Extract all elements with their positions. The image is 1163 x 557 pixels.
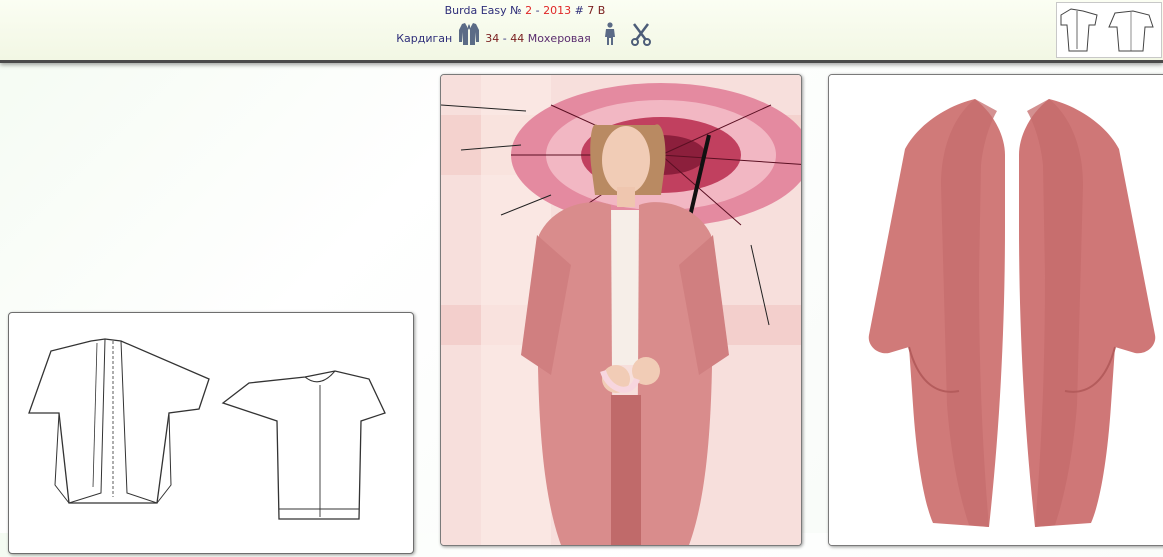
pattern-title-line: Burda Easy № 2 - 2013 # 7 B <box>0 4 1050 17</box>
pattern-details-line: Кардиган 34 - 44 Мохеровая <box>0 22 1050 56</box>
fabric-type[interactable]: Мохеровая <box>528 32 591 45</box>
model-number: 7 B <box>587 4 606 17</box>
header-bar: Burda Easy № 2 - 2013 # 7 B Кардиган 34 … <box>0 0 1163 63</box>
size-to[interactable]: 44 <box>510 32 524 45</box>
product-photo[interactable] <box>828 74 1163 546</box>
model-photo[interactable] <box>440 74 802 546</box>
cardigan-icon[interactable] <box>458 22 480 56</box>
woman-figure-icon[interactable] <box>602 22 618 56</box>
number-sign: № <box>510 4 522 17</box>
technical-drawing-thumbnail[interactable] <box>1056 2 1162 58</box>
size-dash: - <box>502 32 507 45</box>
magazine-name[interactable]: Burda Easy <box>445 4 507 17</box>
garment-type[interactable]: Кардиган <box>396 32 452 45</box>
issue-year[interactable]: 2013 <box>543 4 571 17</box>
size-from[interactable]: 34 <box>485 32 499 45</box>
hash-sign: # <box>574 4 584 17</box>
technical-drawing-panel[interactable] <box>8 312 414 554</box>
scissors-icon[interactable] <box>630 22 652 56</box>
issue-number[interactable]: 2 <box>525 4 532 17</box>
separator-dash: - <box>535 4 540 17</box>
